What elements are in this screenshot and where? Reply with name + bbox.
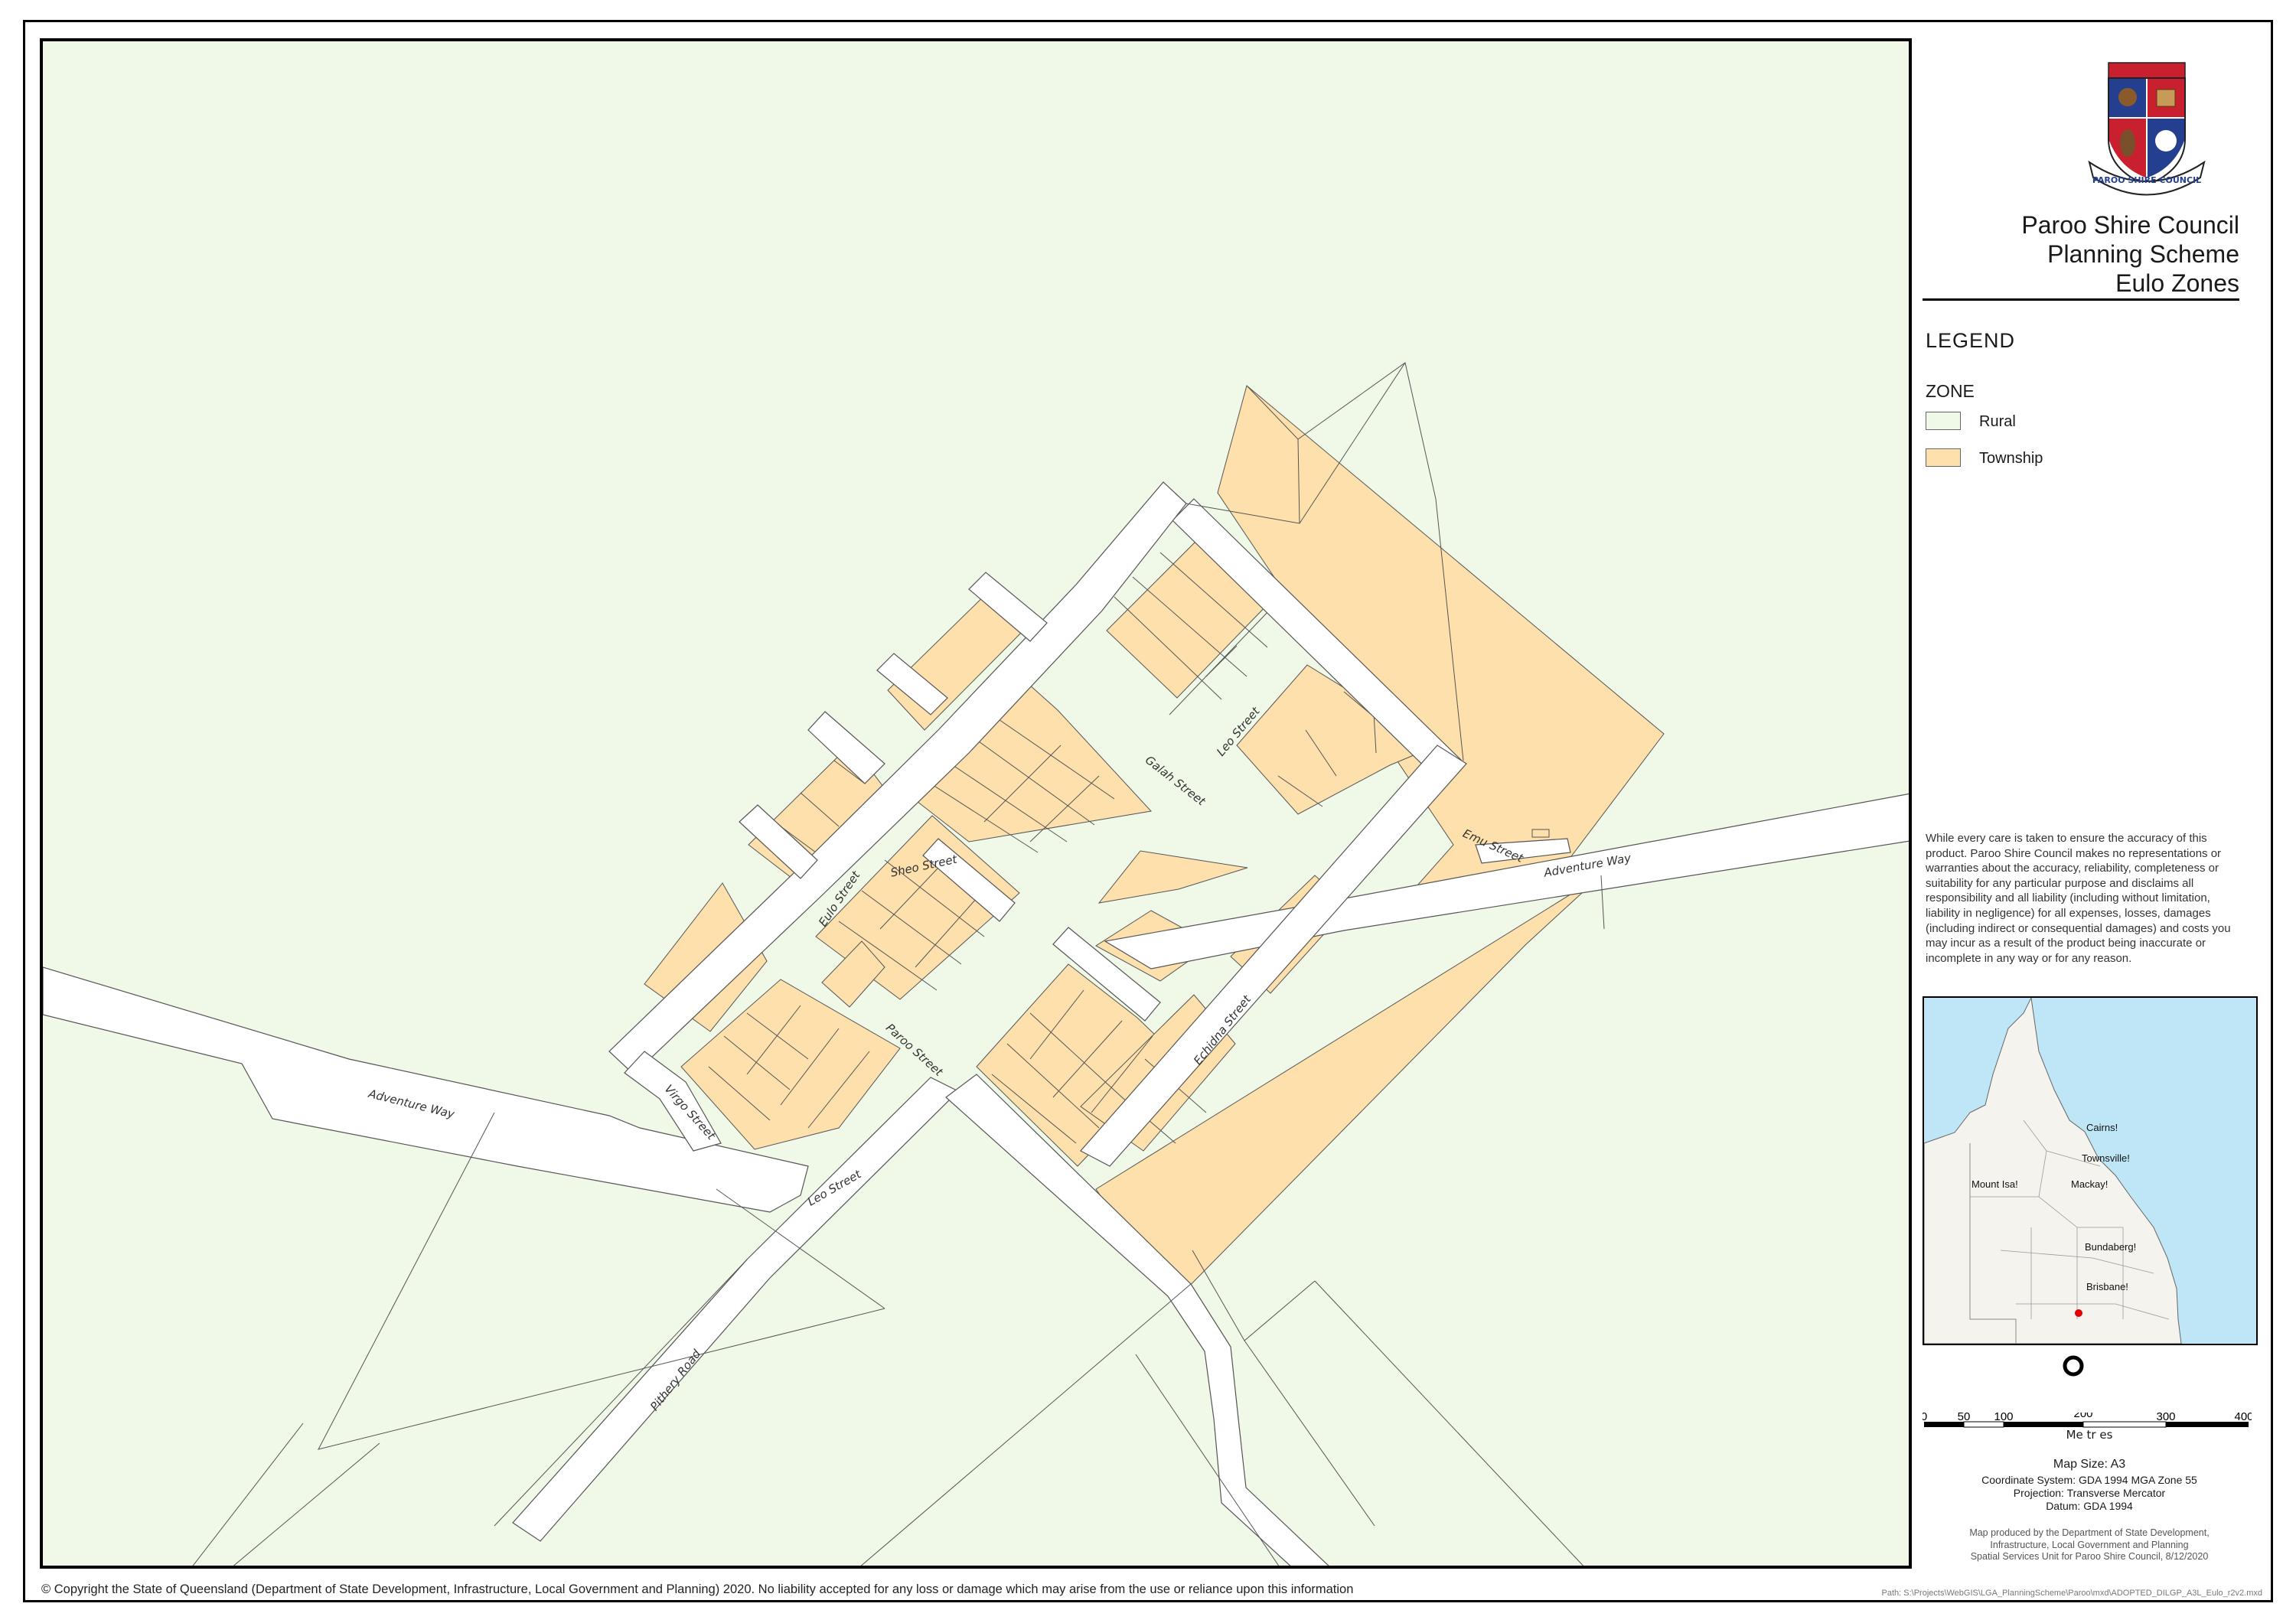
scale-unit-label: Me tr es <box>2066 1428 2113 1442</box>
zoning-map[interactable]: Galah Street Leo Street Emu Street Adven… <box>40 38 1912 1569</box>
scale-tick-400: 400 <box>2234 1413 2252 1423</box>
inset-label-mount-isa: Mount Isa! <box>1971 1178 2018 1190</box>
projection-label: Projection: Transverse Mercator <box>2013 1487 2166 1499</box>
producer-line-1: Map produced by the Department of State … <box>1969 1527 2210 1538</box>
map-producer-credit: Map produced by the Department of State … <box>1913 1527 2265 1563</box>
copyright-notice: © Copyright the State of Queensland (Dep… <box>41 1582 1354 1596</box>
inset-label-cairns: Cairns! <box>2086 1122 2118 1133</box>
inset-label-bundaberg: Bundaberg! <box>2085 1241 2137 1253</box>
legend-label-rural: Rural <box>1979 413 2016 430</box>
inset-label-brisbane: Brisbane! <box>2086 1281 2128 1292</box>
council-crest-logo: PAROO SHIRE COUNCIL <box>2088 62 2206 196</box>
township-zone-northeast <box>1217 385 1665 893</box>
map-title-line-2: Planning Scheme <box>2047 240 2239 268</box>
producer-line-2: Infrastructure, Local Government and Pla… <box>1990 1539 2189 1550</box>
zone-heading: ZONE <box>1926 381 1975 401</box>
locality-inset-map[interactable]: Cairns! Townsville! Mount Isa! Mackay! B… <box>1923 996 2258 1345</box>
disclaimer-text: While every care is taken to ensure the … <box>1926 832 2231 965</box>
map-title-line-1: Paroo Shire Council <box>2021 211 2239 239</box>
scale-tick-100: 100 <box>1994 1413 2013 1423</box>
datum-label: Datum: GDA 1994 <box>2046 1500 2133 1512</box>
scale-tick-200: 200 <box>2073 1413 2092 1420</box>
scale-tick-300: 300 <box>2156 1413 2175 1423</box>
scale-tick-0: 0 <box>1923 1413 1927 1423</box>
scale-tick-50: 50 <box>1958 1413 1971 1423</box>
small-parcel <box>1531 829 1550 838</box>
north-arrow-icon <box>2063 1355 2084 1377</box>
legend-swatch-rural <box>1926 412 1961 430</box>
inset-label-townsville: Townsville! <box>2082 1152 2130 1164</box>
logo-text: PAROO SHIRE COUNCIL <box>2092 175 2201 185</box>
title-divider <box>1923 298 2239 301</box>
legend-heading: LEGEND <box>1926 329 2016 352</box>
map-canvas <box>43 362 1909 1566</box>
legend-swatch-township <box>1926 448 1961 467</box>
map-title: Paroo Shire Council Planning Scheme Eulo… <box>2021 210 2239 298</box>
map-projection-info: Map Size: A3 Coordinate System: GDA 1994… <box>1913 1455 2265 1513</box>
map-size-label: Map Size: A3 <box>2053 1458 2126 1471</box>
eulo-location-marker <box>2075 1309 2082 1317</box>
map-title-line-3: Eulo Zones <box>2115 269 2239 297</box>
producer-line-3: Spatial Services Unit for Paroo Shire Co… <box>1970 1551 2209 1562</box>
inset-label-mackay: Mackay! <box>2071 1178 2108 1190</box>
coordinate-system-label: Coordinate System: GDA 1994 MGA Zone 55 <box>1981 1474 2197 1486</box>
legend-label-township: Township <box>1979 450 2043 467</box>
township-block <box>1097 850 1248 904</box>
map-side-panel: PAROO SHIRE COUNCIL Paroo Shire Council … <box>1913 38 2265 1599</box>
file-path-note: Path: S:\Projects\WebGIS\LGA_PlanningSch… <box>1881 1589 2262 1598</box>
